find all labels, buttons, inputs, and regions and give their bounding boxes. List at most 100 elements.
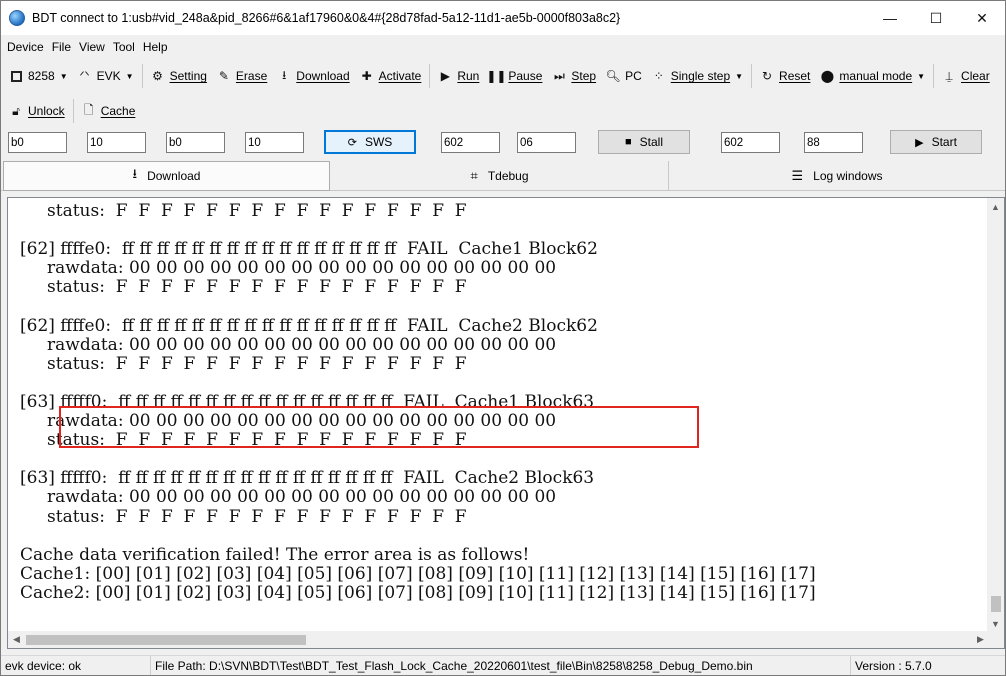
mode-label: manual mode — [839, 69, 913, 83]
scroll-left-icon[interactable]: ◀ — [8, 631, 25, 648]
output-log[interactable]: status: F F F F F F F F F F F F F F F F … — [7, 197, 1005, 649]
window-controls: — ☐ ✕ — [867, 1, 1005, 35]
stop-icon: ■ — [625, 136, 632, 148]
activate-button[interactable]: ✚ Activate — [355, 64, 427, 88]
tab-tdebug[interactable]: ⌗ Tdebug — [331, 161, 669, 191]
cache-label: Cache — [100, 104, 136, 118]
activate-label: Activate — [378, 69, 422, 83]
device-status: evk device: ok — [1, 655, 151, 675]
start-button[interactable]: ▶ Start — [890, 130, 982, 154]
sws-input-row: ⟳ SWS ■ Stall ▶ Start — [1, 130, 1005, 156]
board-select-label: EVK — [96, 69, 121, 83]
scrollbar-corner — [987, 631, 1004, 648]
erase-button[interactable]: ✎ Erase — [212, 64, 272, 88]
tab-download-label: Download — [147, 169, 201, 183]
address-input-1[interactable] — [8, 132, 67, 153]
log-line: rawdata: 00 00 00 00 00 00 00 00 00 00 0… — [20, 487, 557, 508]
menu-file[interactable]: File — [52, 40, 71, 54]
single-step-select[interactable]: ⁘ Single step ▼ — [647, 64, 748, 88]
status-bar: evk device: ok File Path: D:\SVN\BDT\Tes… — [1, 655, 1005, 675]
chip-select-label: 8258 — [28, 69, 55, 83]
board-select[interactable]: ᐟᐠ EVK ▼ — [73, 64, 139, 88]
horizontal-scrollbar[interactable]: ◀ ▶ — [8, 631, 989, 648]
chip-icon — [9, 69, 23, 83]
log-line: rawdata: 00 00 00 00 00 00 00 00 00 00 0… — [20, 334, 557, 355]
log-line: status: F F F F F F F F F F F F F F F F — [20, 277, 467, 298]
maximize-button[interactable]: ☐ — [913, 1, 959, 35]
file-path: File Path: D:\SVN\BDT\Test\BDT_Test_Flas… — [151, 655, 851, 675]
menu-view[interactable]: View — [79, 40, 105, 54]
document-icon: 🗋︎ — [83, 102, 94, 117]
stall-button[interactable]: ■ Stall — [598, 130, 690, 154]
search-icon: 🔍︎ — [605, 69, 621, 83]
binary-icon: ⌗ — [470, 168, 478, 183]
error-highlight-box — [59, 406, 699, 448]
length-input-1[interactable] — [87, 132, 146, 153]
register-value-input[interactable] — [517, 132, 576, 153]
play-icon: ▶ — [915, 136, 924, 149]
log-line: Cache1: [00] [01] [02] [03] [04] [05] [0… — [20, 563, 816, 584]
window-title: BDT connect to 1:usb#vid_248a&pid_8266#6… — [32, 11, 621, 25]
version-label: Version : 5.7.0 — [855, 659, 932, 673]
chip-select[interactable]: 8258 ▼ — [1, 64, 73, 88]
tab-log-label: Log windows — [813, 169, 883, 183]
broom-icon: ⍊ — [945, 68, 953, 83]
reset-icon: ↻ — [762, 69, 773, 83]
gear-icon: ⚙ — [152, 69, 163, 83]
download-arrow-icon: ⭳ — [132, 166, 138, 181]
single-step-label: Single step — [670, 69, 731, 83]
tab-download[interactable]: ⭳ Download — [3, 161, 330, 191]
close-button[interactable]: ✕ — [959, 1, 1005, 35]
clear-button[interactable]: ⍊ Clear — [937, 64, 995, 88]
download-label: Download — [296, 69, 350, 83]
pc-button[interactable]: 🔍︎ PC — [601, 64, 647, 88]
menu-device[interactable]: Device — [7, 40, 44, 54]
sws-button-label: SWS — [364, 135, 393, 149]
minimize-button[interactable]: — — [867, 1, 913, 35]
vertical-scrollbar[interactable]: ▲ ▼ — [987, 198, 1004, 632]
scroll-down-icon[interactable]: ▼ — [987, 615, 1004, 632]
download-arrow-icon: ⭳ — [282, 67, 287, 82]
list-icon: ☰ — [791, 168, 804, 183]
log-line: rawdata: 00 00 00 00 00 00 00 00 00 00 0… — [20, 258, 557, 279]
refresh-icon: ⟳ — [347, 136, 357, 149]
clear-label: Clear — [961, 69, 990, 83]
erase-label: Erase — [235, 69, 268, 83]
stall-button-label: Stall — [639, 135, 663, 149]
setting-button[interactable]: ⚙ Setting — [146, 64, 212, 88]
toolbar-divider — [933, 64, 935, 88]
pause-icon: ❚❚ — [486, 69, 507, 83]
sws-button[interactable]: ⟳ SWS — [324, 130, 416, 154]
register-address-input[interactable] — [441, 132, 500, 153]
scroll-up-icon[interactable]: ▲ — [987, 198, 1004, 215]
horizontal-scroll-thumb[interactable] — [26, 635, 306, 645]
tab-log-windows[interactable]: ☰ Log windows — [669, 161, 1005, 191]
unlock-button[interactable]: 🔓︎ Unlock — [1, 99, 70, 123]
menu-help[interactable]: Help — [143, 40, 168, 54]
step-button[interactable]: ⏭ Step — [547, 64, 601, 88]
reset-button[interactable]: ↻ Reset — [755, 64, 815, 88]
download-button[interactable]: ⭳ Download — [272, 64, 354, 88]
waveform-icon: ᐟᐠ — [79, 69, 90, 83]
menu-tool[interactable]: Tool — [113, 40, 135, 54]
step-icon: ⏭ — [553, 68, 565, 83]
reset-label: Reset — [779, 69, 811, 83]
run-button[interactable]: ▶ Run — [433, 64, 484, 88]
chevron-down-icon: ▼ — [735, 71, 744, 81]
vertical-scroll-thumb[interactable] — [991, 596, 1001, 612]
start-value-input[interactable] — [804, 132, 863, 153]
lock-icon: 🔓︎ — [12, 103, 20, 118]
log-line: [63] fffff0: ff ff ff ff ff ff ff ff ff … — [20, 468, 595, 489]
cache-button[interactable]: 🗋︎ Cache — [77, 99, 141, 123]
length-input-2[interactable] — [245, 132, 304, 153]
address-input-2[interactable] — [166, 132, 225, 153]
mode-select[interactable]: ⬤ manual mode ▼ — [815, 64, 930, 88]
log-line: Cache2: [00] [01] [02] [03] [04] [05] [0… — [20, 582, 816, 603]
main-toolbar: 8258 ▼ ᐟᐠ EVK ▼ ⚙ Setting ✎ Erase ⭳ Down… — [1, 62, 995, 90]
pause-button[interactable]: ❚❚ Pause — [484, 64, 547, 88]
pc-label: PC — [625, 69, 642, 83]
secondary-toolbar: 🔓︎ Unlock 🗋︎ Cache — [1, 97, 140, 125]
start-address-input[interactable] — [721, 132, 780, 153]
pause-label: Pause — [508, 69, 543, 83]
